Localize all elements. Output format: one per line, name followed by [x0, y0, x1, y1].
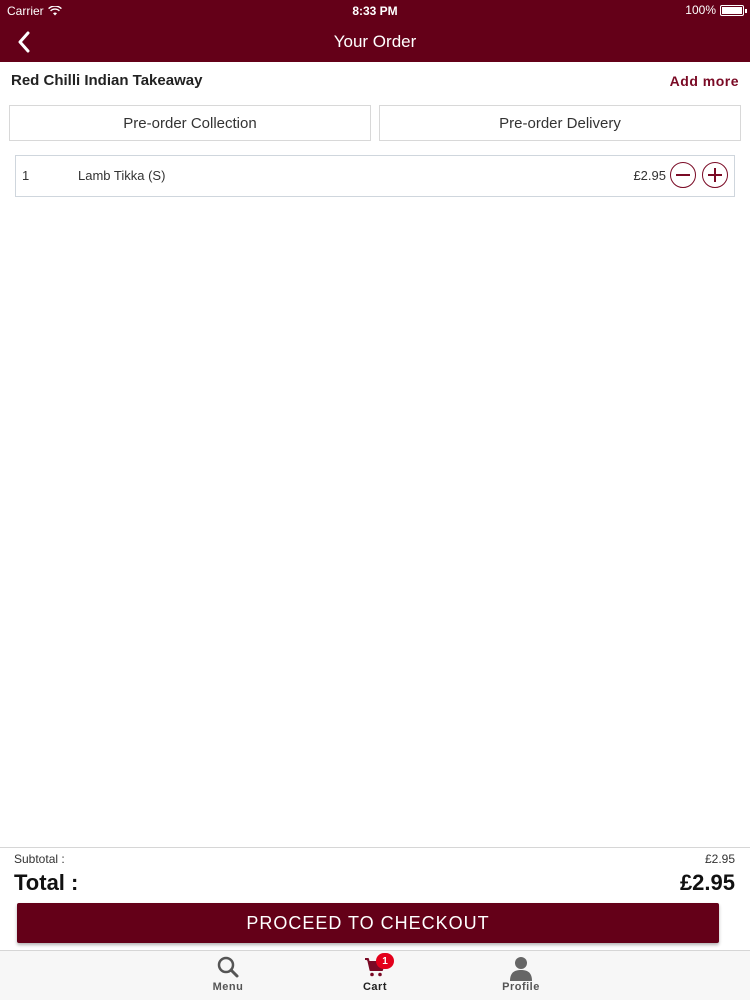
restaurant-row: Red Chilli Indian Takeaway Add more [0, 62, 750, 102]
top-bar: Carrier 8:33 PM 100% Your Order [0, 0, 750, 62]
tab-bar: Menu 1 Cart Profile [0, 950, 750, 1000]
order-item-row: 1 Lamb Tikka (S) £2.95 [15, 155, 735, 197]
subtotal-value: £2.95 [704, 852, 735, 866]
total-label: Total : [14, 870, 79, 895]
person-icon [510, 957, 532, 981]
tab-menu-label: Menu [212, 981, 244, 993]
battery-indicator: 100% [685, 3, 747, 17]
restaurant-name: Red Chilli Indian Takeaway [11, 72, 203, 89]
status-bar: Carrier 8:33 PM 100% [0, 0, 750, 22]
total-value: £2.95 [679, 870, 735, 895]
tab-cart-label: Cart [362, 981, 387, 993]
proceed-to-checkout-button[interactable]: PROCEED TO CHECKOUT [17, 903, 719, 943]
item-price: £2.95 [633, 168, 666, 183]
navigation-bar: Your Order [0, 22, 750, 62]
tab-profile[interactable]: Profile [471, 951, 571, 1000]
status-time: 8:33 PM [352, 4, 398, 18]
preorder-collection-button[interactable]: Pre-order Collection [9, 105, 371, 141]
add-more-link[interactable]: Add more [670, 73, 739, 89]
preorder-delivery-button[interactable]: Pre-order Delivery [379, 105, 741, 141]
cart-count-badge: 1 [376, 953, 394, 969]
order-totals: Subtotal : £2.95 Total : £2.95 PROCEED T… [0, 847, 750, 950]
item-quantity: 1 [22, 168, 30, 183]
search-icon [217, 956, 239, 978]
battery-icon [720, 4, 747, 16]
tab-profile-label: Profile [502, 981, 540, 993]
battery-label: 100% [685, 3, 716, 17]
increase-quantity-button[interactable] [702, 162, 728, 188]
page-title: Your Order [333, 32, 417, 51]
item-name: Lamb Tikka (S) [78, 168, 166, 183]
decrease-quantity-button[interactable] [670, 162, 696, 188]
tab-menu[interactable]: Menu [178, 951, 278, 1000]
subtotal-label: Subtotal : [14, 852, 65, 866]
tab-cart[interactable]: 1 Cart [325, 951, 425, 1000]
